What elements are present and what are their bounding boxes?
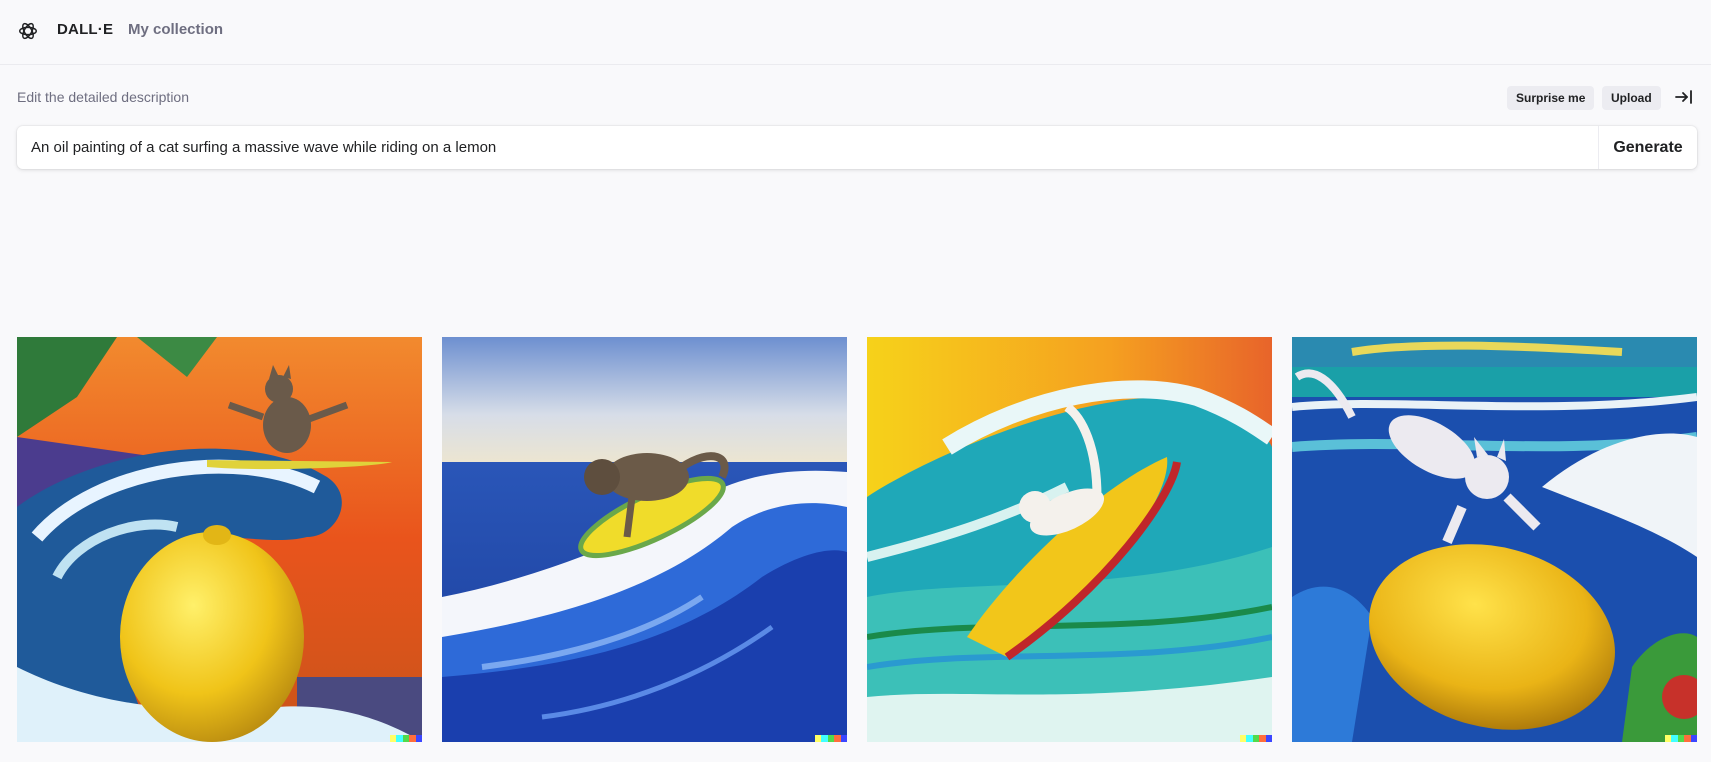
painting-white-cat-teal-wave [867, 337, 1272, 742]
upload-button[interactable]: Upload [1602, 86, 1661, 110]
surprise-me-button[interactable]: Surprise me [1507, 86, 1595, 110]
openai-logo-icon[interactable] [17, 20, 39, 42]
painting-white-cat-on-lemon [1292, 337, 1697, 742]
top-nav-bar: DALL·E My collection [0, 0, 1711, 65]
painting-cat-sunset-wave [17, 337, 422, 742]
my-collection-link[interactable]: My collection [128, 21, 223, 38]
dalle-signature [815, 735, 847, 742]
prompt-container: Generate [17, 126, 1697, 169]
generated-image-1[interactable] [17, 337, 422, 742]
arrow-right-bar-icon[interactable] [1675, 89, 1693, 105]
dalle-signature [1665, 735, 1697, 742]
prompt-label: Edit the detailed description [17, 89, 189, 105]
generated-image-2[interactable] [442, 337, 847, 742]
generate-button[interactable]: Generate [1598, 126, 1697, 169]
generated-image-4[interactable] [1292, 337, 1697, 742]
dalle-signature [1240, 735, 1272, 742]
brand-link[interactable]: DALL·E [57, 21, 113, 38]
painting-cat-blue-wave [442, 337, 847, 742]
prompt-input[interactable] [17, 126, 1597, 169]
generated-image-3[interactable] [867, 337, 1272, 742]
dalle-signature [390, 735, 422, 742]
